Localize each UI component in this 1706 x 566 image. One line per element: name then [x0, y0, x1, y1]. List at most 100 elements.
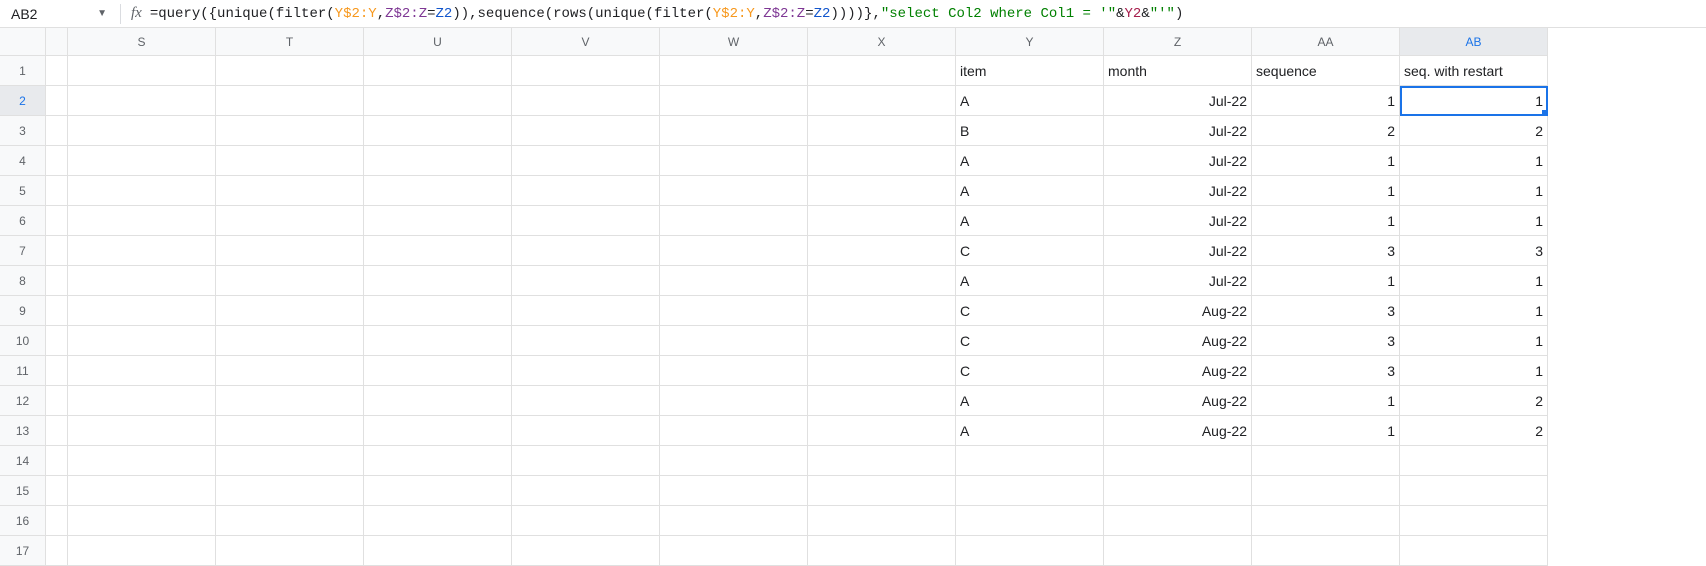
cell-U17[interactable] — [364, 536, 512, 566]
row-header-14[interactable]: 14 — [0, 446, 46, 476]
cell-Z15[interactable] — [1104, 476, 1252, 506]
row-header-12[interactable]: 12 — [0, 386, 46, 416]
cell[interactable] — [46, 326, 68, 356]
cell-AB9[interactable]: 1 — [1400, 296, 1548, 326]
cell-W13[interactable] — [660, 416, 808, 446]
cell-Z8[interactable]: Jul-22 — [1104, 266, 1252, 296]
cell-X11[interactable] — [808, 356, 956, 386]
cell-V7[interactable] — [512, 236, 660, 266]
cell-W1[interactable] — [660, 56, 808, 86]
cell-Y7[interactable]: C — [956, 236, 1104, 266]
cell-W6[interactable] — [660, 206, 808, 236]
cell-AA14[interactable] — [1252, 446, 1400, 476]
cell-S3[interactable] — [68, 116, 216, 146]
cell[interactable] — [46, 86, 68, 116]
cell-T7[interactable] — [216, 236, 364, 266]
cell-Z9[interactable]: Aug-22 — [1104, 296, 1252, 326]
cell-S11[interactable] — [68, 356, 216, 386]
row-header-6[interactable]: 6 — [0, 206, 46, 236]
cell-S17[interactable] — [68, 536, 216, 566]
select-all-corner[interactable] — [0, 28, 46, 56]
cell-AB17[interactable] — [1400, 536, 1548, 566]
cell-Z7[interactable]: Jul-22 — [1104, 236, 1252, 266]
column-header-Y[interactable]: Y — [956, 28, 1104, 56]
cell-U10[interactable] — [364, 326, 512, 356]
cell-Y10[interactable]: C — [956, 326, 1104, 356]
column-header-W[interactable]: W — [660, 28, 808, 56]
cell-Z11[interactable]: Aug-22 — [1104, 356, 1252, 386]
row-header-2[interactable]: 2 — [0, 86, 46, 116]
cell-X1[interactable] — [808, 56, 956, 86]
cell-U2[interactable] — [364, 86, 512, 116]
cell-W10[interactable] — [660, 326, 808, 356]
cell-AB5[interactable]: 1 — [1400, 176, 1548, 206]
cell-T5[interactable] — [216, 176, 364, 206]
cell-U7[interactable] — [364, 236, 512, 266]
cell-U15[interactable] — [364, 476, 512, 506]
cell-V17[interactable] — [512, 536, 660, 566]
cell-V5[interactable] — [512, 176, 660, 206]
cell[interactable] — [46, 356, 68, 386]
cell-S7[interactable] — [68, 236, 216, 266]
cell-AA8[interactable]: 1 — [1252, 266, 1400, 296]
cell-X2[interactable] — [808, 86, 956, 116]
cell[interactable] — [46, 206, 68, 236]
column-header-Z[interactable]: Z — [1104, 28, 1252, 56]
cell-S13[interactable] — [68, 416, 216, 446]
cell-AA17[interactable] — [1252, 536, 1400, 566]
cell-U11[interactable] — [364, 356, 512, 386]
row-header-1[interactable]: 1 — [0, 56, 46, 86]
cell-V16[interactable] — [512, 506, 660, 536]
cell-U12[interactable] — [364, 386, 512, 416]
cell-Y4[interactable]: A — [956, 146, 1104, 176]
cell-Y11[interactable]: C — [956, 356, 1104, 386]
column-header-T[interactable]: T — [216, 28, 364, 56]
cell-AA10[interactable]: 3 — [1252, 326, 1400, 356]
row-header-7[interactable]: 7 — [0, 236, 46, 266]
row-header-10[interactable]: 10 — [0, 326, 46, 356]
cell-X16[interactable] — [808, 506, 956, 536]
cell[interactable] — [46, 506, 68, 536]
cell-V6[interactable] — [512, 206, 660, 236]
cell-W17[interactable] — [660, 536, 808, 566]
cell-S9[interactable] — [68, 296, 216, 326]
cell-Y12[interactable]: A — [956, 386, 1104, 416]
cell-AA16[interactable] — [1252, 506, 1400, 536]
cell-T15[interactable] — [216, 476, 364, 506]
cell-W4[interactable] — [660, 146, 808, 176]
cell[interactable] — [46, 476, 68, 506]
cell[interactable] — [46, 446, 68, 476]
cell-AA11[interactable]: 3 — [1252, 356, 1400, 386]
cell-X17[interactable] — [808, 536, 956, 566]
cell-AB2[interactable]: 1 — [1400, 86, 1548, 116]
cell-Z13[interactable]: Aug-22 — [1104, 416, 1252, 446]
cell-W2[interactable] — [660, 86, 808, 116]
cell-AB7[interactable]: 3 — [1400, 236, 1548, 266]
cell-S15[interactable] — [68, 476, 216, 506]
cell-U16[interactable] — [364, 506, 512, 536]
cell-V4[interactable] — [512, 146, 660, 176]
name-box[interactable]: AB2 ▼ — [4, 2, 114, 26]
row-header-11[interactable]: 11 — [0, 356, 46, 386]
column-header-V[interactable]: V — [512, 28, 660, 56]
cell-Z6[interactable]: Jul-22 — [1104, 206, 1252, 236]
cell-Z4[interactable]: Jul-22 — [1104, 146, 1252, 176]
cell[interactable] — [46, 266, 68, 296]
cell-V1[interactable] — [512, 56, 660, 86]
cell-V14[interactable] — [512, 446, 660, 476]
cell[interactable] — [46, 146, 68, 176]
cell-S6[interactable] — [68, 206, 216, 236]
cell-W16[interactable] — [660, 506, 808, 536]
cell-T16[interactable] — [216, 506, 364, 536]
cell-X4[interactable] — [808, 146, 956, 176]
cell-X5[interactable] — [808, 176, 956, 206]
cell-U6[interactable] — [364, 206, 512, 236]
cell[interactable] — [46, 176, 68, 206]
row-header-16[interactable]: 16 — [0, 506, 46, 536]
cell-T1[interactable] — [216, 56, 364, 86]
row-header-4[interactable]: 4 — [0, 146, 46, 176]
cell-AA9[interactable]: 3 — [1252, 296, 1400, 326]
cell-AB8[interactable]: 1 — [1400, 266, 1548, 296]
cell-AB1[interactable]: seq. with restart — [1400, 56, 1548, 86]
column-header-X[interactable]: X — [808, 28, 956, 56]
